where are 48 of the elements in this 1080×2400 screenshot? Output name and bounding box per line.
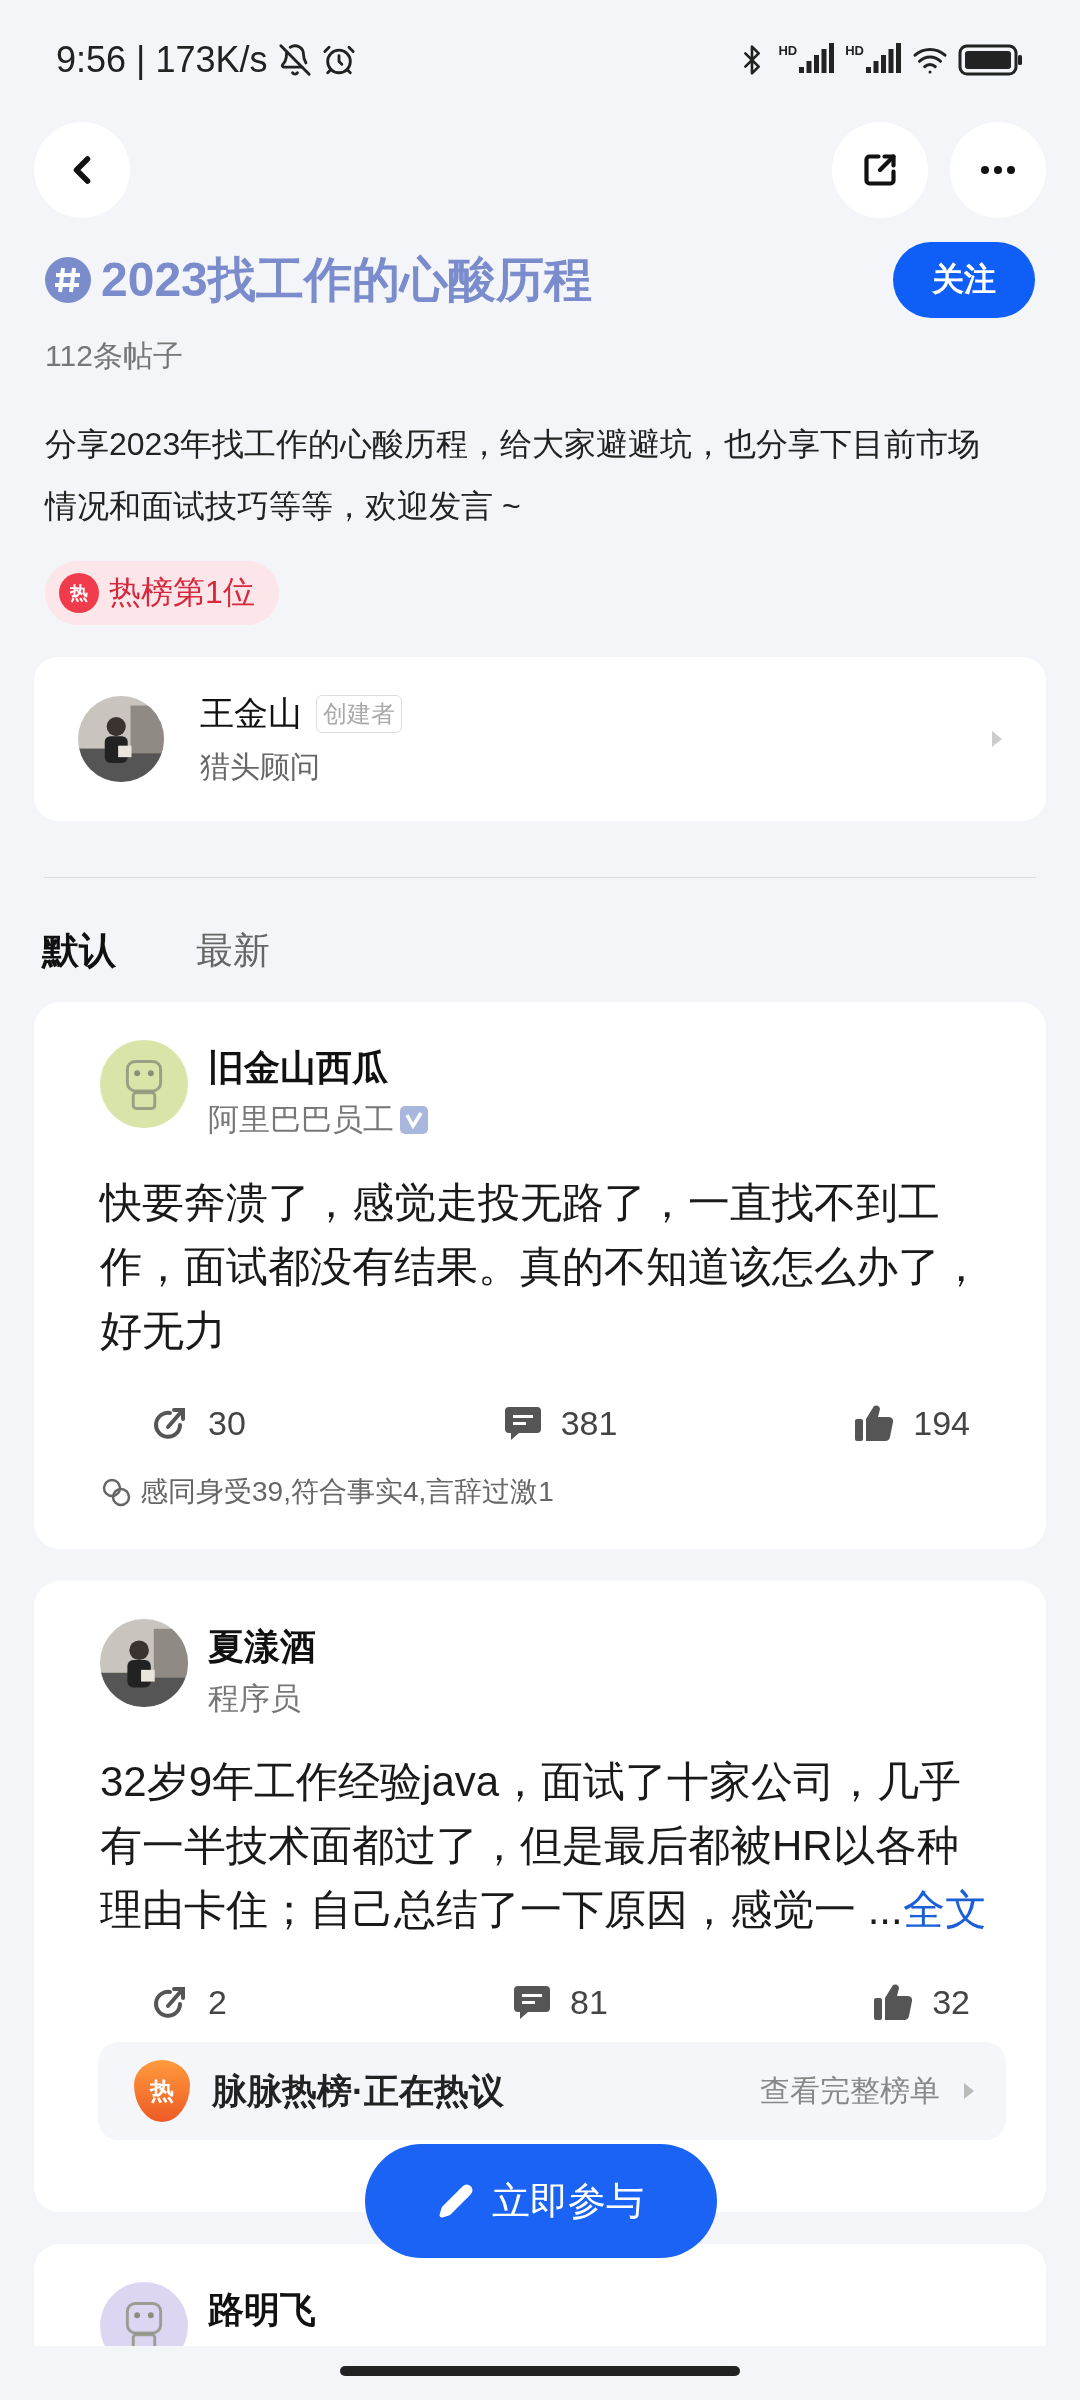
thumbs-up-icon	[872, 1982, 915, 2022]
comment-count: 381	[560, 1403, 618, 1443]
creator-card[interactable]: 王金山 创建者 猎头顾问	[34, 657, 1046, 821]
author-name: 夏漾酒	[208, 1625, 316, 1669]
post-text: 快要奔溃了，感觉走投无路了，一直找不到工作，面试都没有结果。真的不知道该怎么办了，好无力	[100, 1178, 983, 1356]
sort-tab[interactable]: 最新	[196, 926, 270, 976]
follow-button[interactable]: 关注	[893, 242, 1035, 318]
author-role: 阿里巴巴员工	[208, 1101, 394, 1139]
thumbs-up-icon	[853, 1403, 896, 1443]
like-count: 32	[932, 1982, 970, 2022]
sort-tab[interactable]: 默认	[42, 926, 116, 976]
alarm-icon	[321, 43, 356, 77]
post-card[interactable]: 路明飞	[34, 2244, 1046, 2346]
pencil-icon	[438, 2183, 474, 2219]
author-role: 程序员	[208, 1680, 301, 1718]
share-icon	[862, 152, 898, 188]
topic-title: 2023找工作的心酸历程	[101, 252, 592, 308]
post-text: 32岁9年工作经验java，面试了十家公司，几乎有一半技术面都过了，但是最后都被HR以各种理由卡住；自己总结了一下原因，感觉一 ...全文	[100, 1757, 988, 1935]
creator-badge: 创建者	[316, 694, 402, 733]
battery-icon	[958, 44, 1024, 76]
reaction-icon	[100, 1476, 132, 1508]
post-card[interactable]: 旧金山西瓜 阿里巴巴员工 快要奔溃了，感觉走投无路了，一直找不到工作，面试都没有结果。真的不知道该怎么办了，好无力 30 381 194 感同身受39,符合事实4,言辞过激1	[34, 1002, 1046, 1549]
chevron-icon	[990, 729, 1004, 749]
author-name: 路明飞	[208, 2288, 316, 2332]
reaction-summary: 感同身受39,符合事实4,言辞过激1	[140, 1475, 554, 1509]
chevron-icon	[962, 2081, 976, 2101]
hot-list-title: 脉脉热榜·正在热议	[212, 2069, 505, 2112]
creator-name: 王金山	[200, 692, 302, 734]
status-time: 9:56 | 173K/s	[56, 39, 268, 81]
post-count: 112条帖子	[45, 338, 184, 374]
hot-rank-text: 热榜第1位	[109, 573, 255, 612]
flame-icon: 热	[134, 2060, 190, 2122]
share-count: 30	[208, 1403, 246, 1443]
like-count: 194	[913, 1403, 970, 1443]
more-icon	[981, 166, 1015, 174]
network-label: HD	[845, 43, 864, 58]
comment-count: 81	[570, 1982, 608, 2022]
share-count: 2	[208, 1982, 227, 2022]
network-label: HD	[778, 43, 798, 58]
mute-icon	[277, 43, 312, 77]
read-more-link[interactable]: 全文	[902, 1886, 987, 1933]
topic-description: 分享2023年找工作的心酸历程，给大家避避坑，也分享下目前市场情况和面试技巧等等，欢迎发言 ~	[45, 425, 982, 526]
hashtag-icon	[45, 257, 91, 303]
author-name: 旧金山西瓜	[208, 1046, 389, 1090]
hot-icon: 热	[59, 573, 99, 613]
join-button[interactable]: 立即参与	[365, 2144, 717, 2258]
creator-role: 猎头顾问	[200, 748, 321, 785]
hot-list-banner[interactable]: 热 脉脉热榜·正在热议 查看完整榜单	[98, 2042, 1006, 2140]
